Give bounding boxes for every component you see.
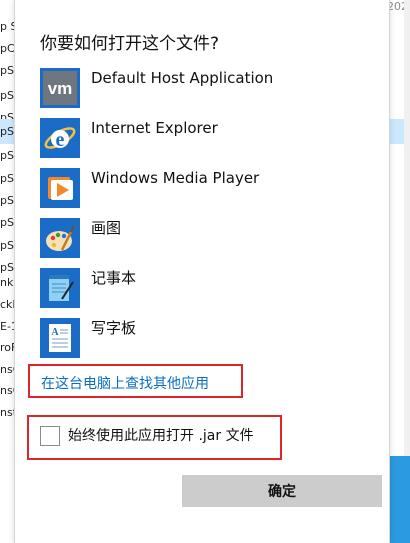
ok-button[interactable]: 确定 (182, 475, 382, 507)
svg-text:A: A (51, 327, 59, 338)
notepad-icon (40, 268, 80, 308)
background-file-name: nst (0, 406, 14, 419)
app-label: 记事本 (91, 269, 137, 287)
background-file-name: pS (0, 64, 14, 77)
background-file-name: pS (0, 216, 14, 229)
app-option-default-host[interactable]: vm Default Host Application (40, 68, 370, 112)
app-label: 画图 (91, 219, 122, 237)
more-apps-link[interactable]: 在这台电脑上查找其他应用 (41, 373, 209, 393)
svg-text:vm: vm (48, 79, 73, 98)
internet-explorer-icon: e (40, 118, 80, 158)
app-option-paint[interactable]: 画图 (40, 218, 370, 262)
app-option-wordpad[interactable]: A 写字板 (40, 318, 370, 362)
always-use-row[interactable]: 始终使用此应用打开 .jar 文件 (40, 426, 290, 450)
open-with-dialog: 你要如何打开这个文件? vm Default Host Application … (14, 0, 390, 543)
paint-icon (40, 218, 80, 258)
app-label: 写字板 (91, 319, 137, 337)
dialog-title: 你要如何打开这个文件? (40, 34, 220, 54)
always-use-checkbox[interactable] (40, 426, 60, 446)
app-label: Windows Media Player (91, 169, 260, 187)
app-option-internet-explorer[interactable]: e Internet Explorer (40, 118, 370, 162)
always-use-label: 始终使用此应用打开 .jar 文件 (68, 428, 254, 444)
svg-text:e: e (56, 129, 65, 151)
vmware-icon: vm (40, 68, 80, 108)
app-label: Internet Explorer (91, 119, 218, 137)
windows-media-player-icon (40, 168, 80, 208)
taskbar-accent (388, 456, 410, 543)
app-option-notepad[interactable]: 记事本 (40, 268, 370, 312)
app-label: Default Host Application (91, 69, 274, 87)
background-file-name: pS (0, 119, 14, 144)
background-file-name: pS (0, 149, 14, 162)
app-option-windows-media-player[interactable]: Windows Media Player (40, 168, 370, 212)
wordpad-icon: A (40, 318, 80, 358)
